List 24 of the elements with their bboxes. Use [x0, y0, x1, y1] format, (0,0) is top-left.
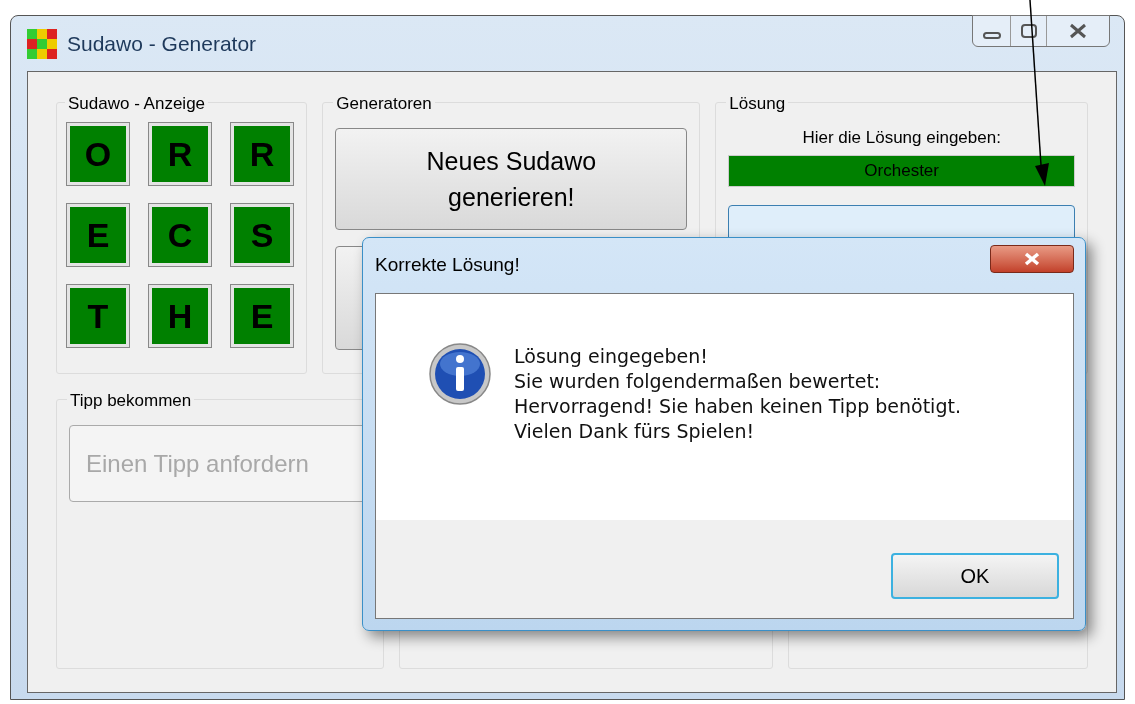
generate-button[interactable]: Neues Sudawo generieren! [335, 128, 688, 230]
solution-field[interactable]: Orchester [728, 154, 1075, 187]
letter-tile: C [149, 204, 211, 266]
letter-tile: R [231, 123, 293, 185]
letter-tile: S [231, 204, 293, 266]
letter-tile: T [67, 285, 129, 347]
message-text: Sie wurden folgendermaßen bewertet: [514, 369, 882, 394]
ok-button[interactable]: OK [891, 553, 1059, 599]
letter-tile: H [149, 285, 211, 347]
letter-tile: E [231, 285, 293, 347]
letter-tile: R [149, 123, 211, 185]
field-label: Hier die Lösung eingeben: [802, 128, 1001, 147]
close-button[interactable] [990, 245, 1074, 273]
app-icon [27, 28, 57, 59]
message-text: Vielen Dank fürs Spielen! [514, 419, 756, 444]
message-text: Hervorragend! Sie haben keinen Tipp benötigt. [514, 394, 961, 419]
message-text: Lösung eingegeben! [514, 344, 709, 369]
dialog-title: Korrekte Lösung! [375, 253, 520, 278]
letter-tile: O [67, 123, 129, 185]
letter-tile: E [67, 204, 129, 266]
close-icon [1023, 252, 1041, 266]
close-icon [1069, 23, 1087, 39]
window-title: Sudawo - Generator [67, 30, 257, 57]
info-icon [428, 342, 492, 406]
